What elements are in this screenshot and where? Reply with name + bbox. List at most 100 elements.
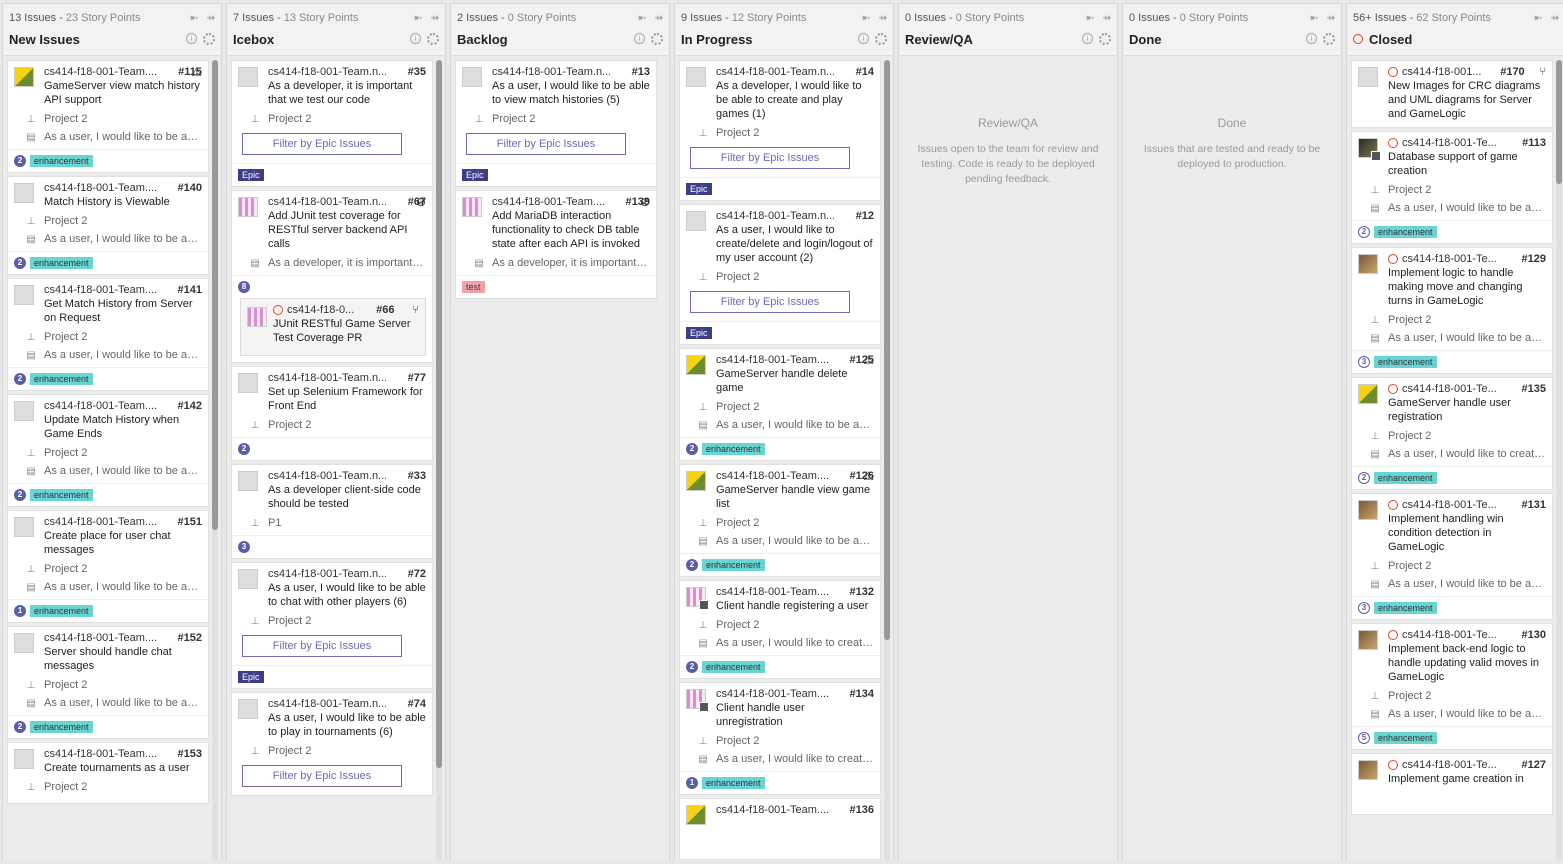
repo-name[interactable]: cs414-f18-001-Team.n... [716, 210, 834, 222]
issue-title[interactable]: Create place for user chat messages [44, 529, 202, 557]
issue-number[interactable]: #12 [856, 210, 874, 222]
info-icon[interactable]: i [1306, 33, 1317, 44]
issue-number[interactable]: #132 [850, 586, 874, 598]
gear-icon[interactable] [1323, 33, 1335, 45]
repo-name[interactable]: cs414-f18-001-Team.n... [268, 372, 386, 384]
label-enhancement[interactable]: enhancement [1374, 472, 1437, 484]
issue-title[interactable]: GameServer handle view game list [716, 483, 874, 511]
label-enhancement[interactable]: enhancement [30, 373, 93, 385]
filter-epic-button[interactable]: Filter by Epic Issues [242, 765, 402, 787]
collapse-icon[interactable]: ⇤ [1310, 13, 1318, 24]
label-enhancement[interactable]: enhancement [30, 155, 93, 167]
issue-number[interactable]: #74 [408, 698, 426, 710]
label-enhancement[interactable]: enhancement [702, 777, 765, 789]
issue-card[interactable]: cs414-f18-001... #170 ⑂ New Images for CRC… [1351, 60, 1553, 128]
issue-card[interactable]: cs414-f18-001-Team.n... #12 As a user, I … [679, 204, 881, 345]
collapse-icon[interactable]: ⇤ [638, 13, 646, 24]
issue-title[interactable]: Match History is Viewable [44, 195, 202, 209]
pin-icon[interactable]: ⇸ [655, 13, 663, 24]
filter-epic-button[interactable]: Filter by Epic Issues [690, 147, 850, 169]
repo-name[interactable]: cs414-f18-001-Team.... [716, 470, 829, 482]
issue-number[interactable]: #141 [178, 284, 202, 296]
issue-card[interactable]: cs414-f18-001-Te... #113 Database support… [1351, 131, 1553, 244]
filter-epic-button[interactable]: Filter by Epic Issues [690, 291, 850, 313]
label-enhancement[interactable]: enhancement [30, 489, 93, 501]
issue-number[interactable]: #142 [178, 400, 202, 412]
repo-name[interactable]: cs414-f18-001-Team.... [716, 804, 829, 816]
avatar[interactable] [1358, 138, 1381, 161]
repo-name[interactable]: cs414-f18-001-Team.... [44, 516, 157, 528]
issue-number[interactable]: #170 [1500, 66, 1524, 78]
issue-number[interactable]: #72 [408, 568, 426, 580]
repo-name[interactable]: cs414-f18-001-Team.n... [268, 196, 386, 208]
label-enhancement[interactable]: enhancement [1374, 226, 1437, 238]
label-epic[interactable]: Epic [686, 327, 712, 339]
repo-name[interactable]: cs414-f18-001-Team.n... [268, 470, 386, 482]
issue-number[interactable]: #131 [1522, 499, 1546, 511]
avatar[interactable] [686, 805, 706, 825]
linked-pr-card[interactable]: cs414-f18-0... #66 ⑂ JUnit RESTful Game Se… [240, 298, 426, 356]
issue-number[interactable]: #135 [1522, 383, 1546, 395]
avatar[interactable] [14, 183, 34, 203]
avatar[interactable] [14, 401, 34, 421]
info-icon[interactable]: i [858, 33, 869, 44]
issue-title[interactable]: As a user, I would like to be able to pl… [268, 711, 426, 739]
filter-epic-button[interactable]: Filter by Epic Issues [466, 133, 626, 155]
repo-name[interactable]: cs414-f18-001-Te... [1402, 629, 1497, 641]
repo-name[interactable]: cs414-f18-001-Team.... [716, 586, 829, 598]
avatar[interactable] [462, 67, 482, 87]
pr-number[interactable]: #66 [376, 304, 394, 316]
label-epic[interactable]: Epic [462, 169, 488, 181]
label-test[interactable]: test [462, 281, 485, 293]
issue-number[interactable]: #127 [1522, 759, 1546, 771]
pr-title[interactable]: JUnit RESTful Game Server Test Coverage … [273, 317, 419, 345]
issue-number[interactable]: #130 [1522, 629, 1546, 641]
avatar[interactable] [238, 67, 258, 87]
avatar[interactable] [238, 569, 258, 589]
issue-card[interactable]: ⊘ cs414-f18-001-Team.... #139 Add MariaDB… [455, 190, 657, 299]
issue-card[interactable]: ⚠ cs414-f18-001-Team.... #126 GameServer … [679, 464, 881, 577]
repo-name[interactable]: cs414-f18-001-Team.... [44, 284, 157, 296]
issue-title[interactable]: Add JUnit test coverage for RESTful serv… [268, 209, 426, 251]
repo-name[interactable]: cs414-f18-001-Team.... [44, 400, 157, 412]
gear-icon[interactable] [1099, 33, 1111, 45]
issue-card[interactable]: cs414-f18-001-Team.n... #13 As a user, I … [455, 60, 657, 187]
avatar[interactable] [686, 355, 706, 375]
issue-title[interactable]: Create tournaments as a user [44, 761, 202, 775]
repo-name[interactable]: cs414-f18-001-Team.n... [268, 698, 386, 710]
issue-card[interactable]: cs414-f18-001-Te... #127 Implement game c… [1351, 753, 1553, 815]
label-enhancement[interactable]: enhancement [30, 605, 93, 617]
issue-card[interactable]: cs414-f18-001-Team.... #134 Client handle… [679, 682, 881, 795]
issue-card[interactable]: cs414-f18-001-Team.n... #77 Set up Seleni… [231, 366, 433, 461]
issue-card[interactable]: cs414-f18-001-Team.... #140 Match History… [7, 176, 209, 275]
avatar[interactable] [686, 587, 709, 610]
label-epic[interactable]: Epic [238, 169, 264, 181]
avatar[interactable] [1358, 384, 1378, 404]
info-icon[interactable]: i [410, 33, 421, 44]
issue-card[interactable]: cs414-f18-001-Team.... #141 Get Match His… [7, 278, 209, 391]
issue-number[interactable]: #129 [1522, 253, 1546, 265]
pin-icon[interactable]: ⇸ [879, 13, 887, 24]
issue-number[interactable]: #151 [178, 516, 202, 528]
issue-card[interactable]: cs414-f18-001-Team.... #151 Create place … [7, 510, 209, 623]
pin-icon[interactable]: ⇸ [207, 13, 215, 24]
issue-title[interactable]: Client handle user unregistration [716, 701, 874, 729]
repo-name[interactable]: cs414-f18-001-Team.... [492, 196, 605, 208]
collapse-icon[interactable]: ⇤ [190, 13, 198, 24]
repo-name[interactable]: cs414-f18-001-Team.... [716, 354, 829, 366]
issue-card[interactable]: cs414-f18-001-Team.... #153 Create tourna… [7, 742, 209, 804]
avatar[interactable] [462, 197, 482, 217]
issue-number[interactable]: #77 [408, 372, 426, 384]
collapse-icon[interactable]: ⇤ [1086, 13, 1094, 24]
pin-icon[interactable]: ⇸ [1327, 13, 1335, 24]
issue-title[interactable]: Implement handling win condition detecti… [1388, 512, 1546, 554]
issue-card[interactable]: ⚠ cs414-f18-001-Team.... #115 GameServer … [7, 60, 209, 173]
pin-icon[interactable]: ⇸ [1103, 13, 1111, 24]
label-enhancement[interactable]: enhancement [30, 721, 93, 733]
repo-name[interactable]: cs414-f18-0... [287, 304, 354, 316]
issue-card[interactable]: cs414-f18-001-Team.... #132 Client handle… [679, 580, 881, 679]
repo-name[interactable]: cs414-f18-001-Team.n... [492, 66, 610, 78]
avatar[interactable] [247, 307, 267, 327]
repo-name[interactable]: cs414-f18-001-Team.... [44, 66, 157, 78]
repo-name[interactable]: cs414-f18-001-Team.... [44, 182, 157, 194]
